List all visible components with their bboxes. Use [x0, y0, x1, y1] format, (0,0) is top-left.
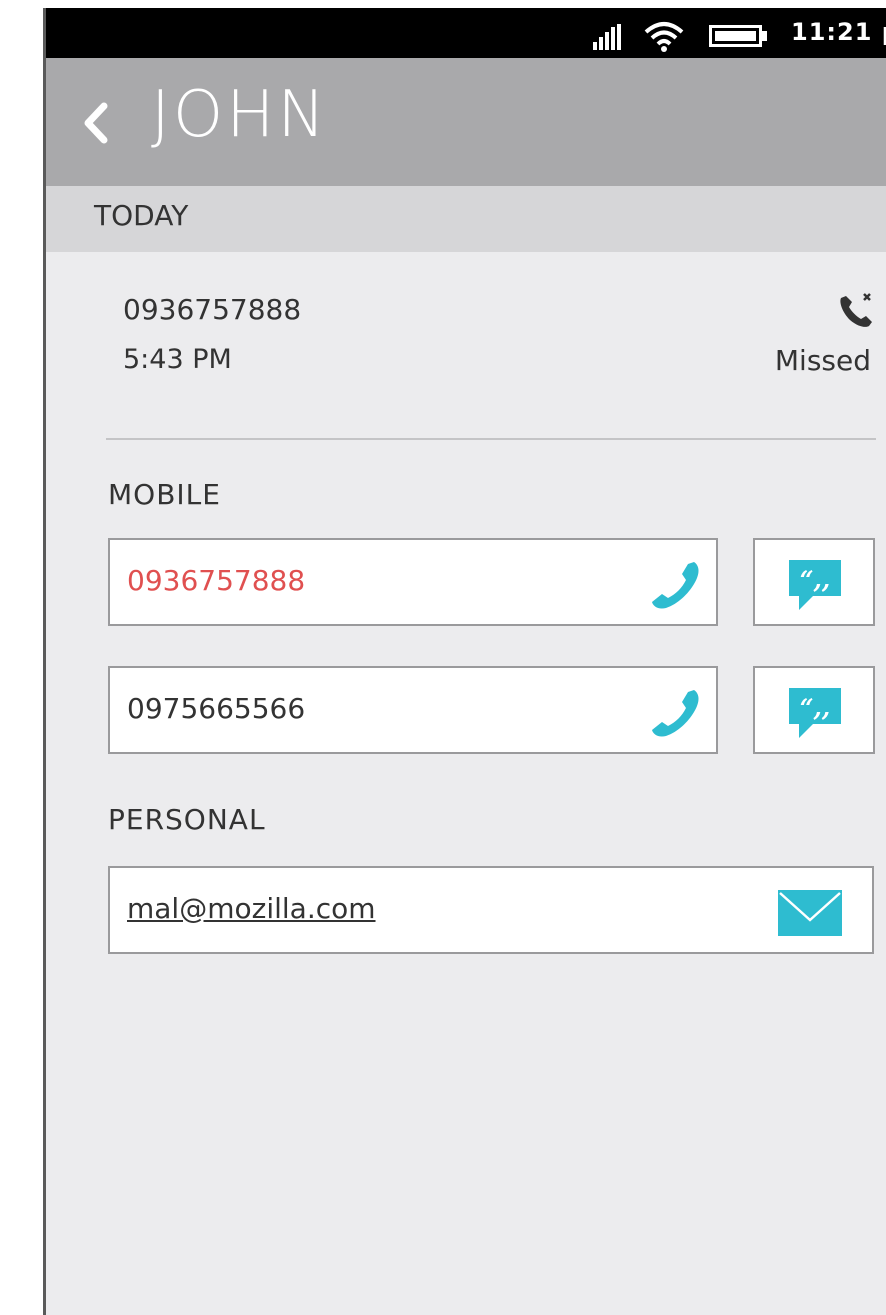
battery-icon [709, 25, 769, 51]
status-bar: 11:21 pm [46, 8, 886, 58]
status-time: 11:21 pm [791, 18, 886, 46]
section-header-today: TODAY [46, 186, 886, 252]
phone-field-2[interactable]: 0975665566 [108, 666, 718, 754]
call-icon[interactable] [648, 684, 704, 744]
contact-detail-screen: 11:21 pm JOHN TODAY 0936757888 5:43 PM M… [43, 8, 886, 1315]
chevron-left-icon [84, 102, 108, 144]
page-title: JOHN [151, 78, 329, 152]
message-icon: “,, [789, 560, 841, 610]
mail-icon[interactable] [778, 890, 842, 940]
phone-number: 0936757888 [127, 564, 306, 597]
header-bar: JOHN [46, 58, 886, 186]
phone-number: 0975665566 [127, 692, 306, 725]
call-icon[interactable] [648, 556, 704, 616]
signal-icon [593, 24, 623, 54]
recent-call-time: 5:43 PM [123, 344, 232, 375]
message-button-1[interactable]: “,, [753, 538, 875, 626]
message-icon: “,, [789, 688, 841, 738]
screen: 11:21 pm JOHN TODAY 0936757888 5:43 PM M… [0, 0, 886, 1315]
svg-text:“,,: “,, [800, 565, 831, 594]
email-address[interactable]: mal@mozilla.com [127, 892, 376, 925]
call-status: Missed [774, 344, 871, 377]
back-button[interactable] [76, 98, 116, 148]
personal-label: PERSONAL [108, 803, 266, 836]
divider [106, 438, 876, 440]
email-field[interactable]: mal@mozilla.com [108, 866, 874, 954]
svg-text:“,,: “,, [800, 693, 831, 722]
phone-field-1[interactable]: 0936757888 [108, 538, 718, 626]
message-button-2[interactable]: “,, [753, 666, 875, 754]
missed-call-icon [836, 290, 876, 334]
section-label: TODAY [94, 199, 189, 232]
recent-call-number: 0936757888 [123, 293, 302, 326]
mobile-label: MOBILE [108, 478, 221, 511]
wifi-icon [644, 20, 684, 56]
